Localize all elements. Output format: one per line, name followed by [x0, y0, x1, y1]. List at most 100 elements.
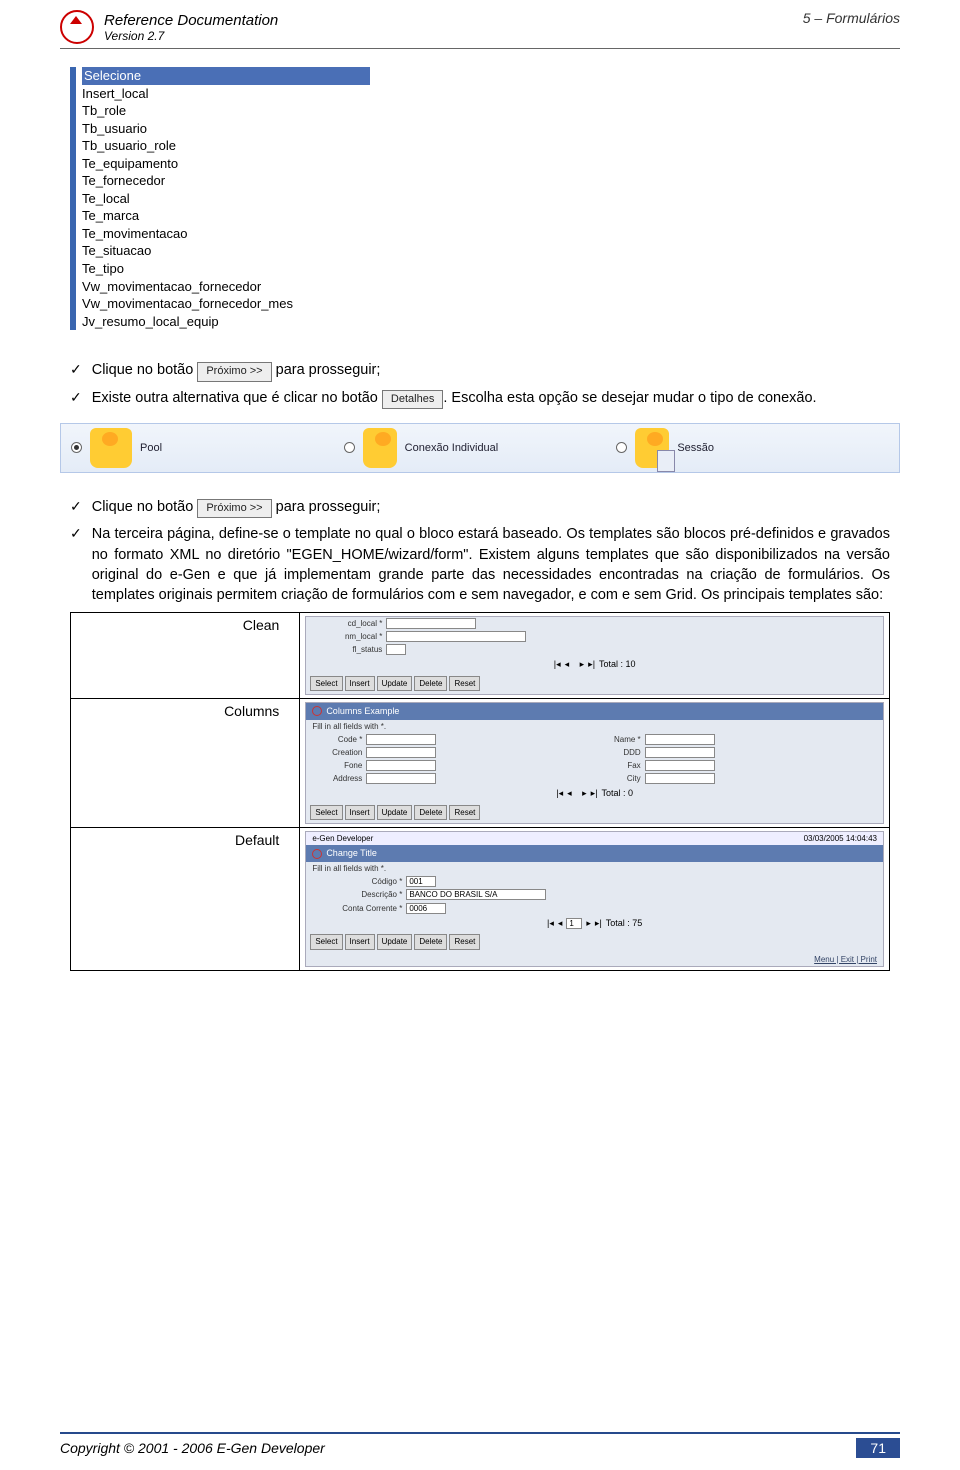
footer-links[interactable]: Menu | Exit | Print	[306, 953, 883, 966]
dropdown-option[interactable]: Te_equipamento	[82, 155, 370, 173]
delete-button[interactable]: Delete	[414, 676, 447, 691]
insert-button[interactable]: Insert	[345, 934, 375, 949]
last-icon[interactable]: ▸|	[595, 917, 602, 930]
table-row: Columns Columns Example Fill in all fiel…	[71, 698, 890, 827]
dropdown-option[interactable]: Te_movimentacao	[82, 225, 370, 243]
prev-icon[interactable]: ◂	[565, 658, 570, 671]
detalhes-button[interactable]: Detalhes	[382, 390, 443, 409]
nav-bar: |◂ ◂ ▸ ▸| Total : 75	[306, 915, 883, 932]
radio-icon[interactable]	[344, 442, 355, 453]
table-row: Clean cd_local * nm_local * fl_status |◂…	[71, 612, 890, 698]
field-input[interactable]	[645, 734, 715, 745]
first-icon[interactable]: |◂	[554, 658, 561, 671]
total-label: Total : 75	[606, 917, 643, 930]
field-label: Name *	[601, 734, 641, 745]
logo-icon	[312, 706, 322, 716]
dropdown-option[interactable]: Insert_local	[82, 85, 370, 103]
table-row: Default e-Gen Developer 03/03/2005 14:04…	[71, 828, 890, 971]
field-label: fl_status	[312, 644, 382, 655]
delete-button[interactable]: Delete	[414, 934, 447, 949]
proximo-button[interactable]: Próximo >>	[197, 499, 271, 518]
reset-button[interactable]: Reset	[449, 676, 480, 691]
select-button[interactable]: Select	[310, 805, 342, 820]
check-icon: ✓	[70, 388, 82, 408]
page-header: Reference Documentation Version 2.7 5 – …	[60, 10, 900, 49]
conn-option-individual[interactable]: Conexão Individual	[344, 428, 617, 468]
field-input[interactable]	[366, 734, 436, 745]
prev-icon[interactable]: ◂	[558, 917, 563, 930]
dropdown-option[interactable]: Te_tipo	[82, 260, 370, 278]
templates-table: Clean cd_local * nm_local * fl_status |◂…	[70, 612, 890, 971]
reset-button[interactable]: Reset	[449, 805, 480, 820]
dropdown-option[interactable]: Vw_movimentacao_fornecedor_mes	[82, 295, 370, 313]
hint: Fill in all fields with *.	[306, 720, 883, 733]
next-icon[interactable]: ▸	[580, 658, 585, 671]
table-dropdown[interactable]: Selecione Insert_local Tb_role Tb_usuari…	[70, 67, 370, 330]
timestamp: 03/03/2005 14:04:43	[804, 833, 877, 844]
check-icon: ✓	[70, 360, 82, 380]
last-icon[interactable]: ▸|	[591, 787, 598, 800]
update-button[interactable]: Update	[377, 805, 413, 820]
dropdown-option[interactable]: Jv_resumo_local_equip	[82, 313, 370, 331]
dropdown-option[interactable]: Tb_role	[82, 102, 370, 120]
select-button[interactable]: Select	[310, 676, 342, 691]
field-input[interactable]	[366, 747, 436, 758]
page-number: 71	[856, 1438, 900, 1458]
conn-option-pool[interactable]: Pool	[71, 428, 344, 468]
field-input[interactable]	[645, 773, 715, 784]
dropdown-option[interactable]: Te_local	[82, 190, 370, 208]
field-label: nm_local *	[312, 631, 382, 642]
reset-button[interactable]: Reset	[449, 934, 480, 949]
field-input[interactable]	[386, 644, 406, 655]
delete-button[interactable]: Delete	[414, 805, 447, 820]
doc-title: Reference Documentation	[104, 12, 278, 29]
dropdown-option[interactable]: Te_situacao	[82, 242, 370, 260]
template-name: Columns	[71, 698, 300, 827]
check-icon: ✓	[70, 497, 82, 517]
prev-icon[interactable]: ◂	[567, 787, 572, 800]
dropdown-option[interactable]: Tb_usuario	[82, 120, 370, 138]
user-doc-icon	[635, 428, 669, 468]
dropdown-option[interactable]: Te_fornecedor	[82, 172, 370, 190]
field-input[interactable]	[366, 760, 436, 771]
first-icon[interactable]: |◂	[556, 787, 563, 800]
dropdown-option[interactable]: Vw_movimentacao_fornecedor	[82, 278, 370, 296]
field-label: Creation	[312, 747, 362, 758]
radio-icon[interactable]	[616, 442, 627, 453]
first-icon[interactable]: |◂	[547, 917, 554, 930]
nav-bar: |◂ ◂ ▸ ▸| Total : 10	[306, 656, 883, 673]
field-input[interactable]	[366, 773, 436, 784]
field-input[interactable]	[406, 903, 446, 914]
radio-icon[interactable]	[71, 442, 82, 453]
field-input[interactable]	[645, 760, 715, 771]
proximo-button[interactable]: Próximo >>	[197, 362, 271, 381]
header-left: Reference Documentation Version 2.7	[60, 10, 278, 44]
field-input[interactable]	[645, 747, 715, 758]
field-label: DDD	[601, 747, 641, 758]
page-input[interactable]	[566, 918, 582, 929]
next-icon[interactable]: ▸	[582, 787, 587, 800]
field-label: Descrição *	[312, 889, 402, 900]
update-button[interactable]: Update	[377, 934, 413, 949]
dropdown-option[interactable]: Selecione	[82, 67, 370, 85]
field-label: Fax	[601, 760, 641, 771]
field-input[interactable]	[386, 631, 526, 642]
field-input[interactable]	[386, 618, 476, 629]
text: para prosseguir;	[276, 499, 381, 515]
template-name: Default	[71, 828, 300, 971]
update-button[interactable]: Update	[377, 676, 413, 691]
field-input[interactable]	[406, 889, 546, 900]
last-icon[interactable]: ▸|	[588, 658, 595, 671]
insert-button[interactable]: Insert	[345, 805, 375, 820]
conn-option-sessao[interactable]: Sessão	[616, 428, 889, 468]
logo-icon	[312, 849, 322, 859]
next-icon[interactable]: ▸	[586, 917, 591, 930]
field-input[interactable]	[406, 876, 436, 887]
text: Clique no botão	[92, 362, 194, 378]
dropdown-option[interactable]: Te_marca	[82, 207, 370, 225]
conn-label: Sessão	[677, 442, 714, 454]
select-button[interactable]: Select	[310, 934, 342, 949]
insert-button[interactable]: Insert	[345, 676, 375, 691]
dropdown-option[interactable]: Tb_usuario_role	[82, 137, 370, 155]
connection-type-panel: Pool Conexão Individual Sessão	[60, 423, 900, 473]
